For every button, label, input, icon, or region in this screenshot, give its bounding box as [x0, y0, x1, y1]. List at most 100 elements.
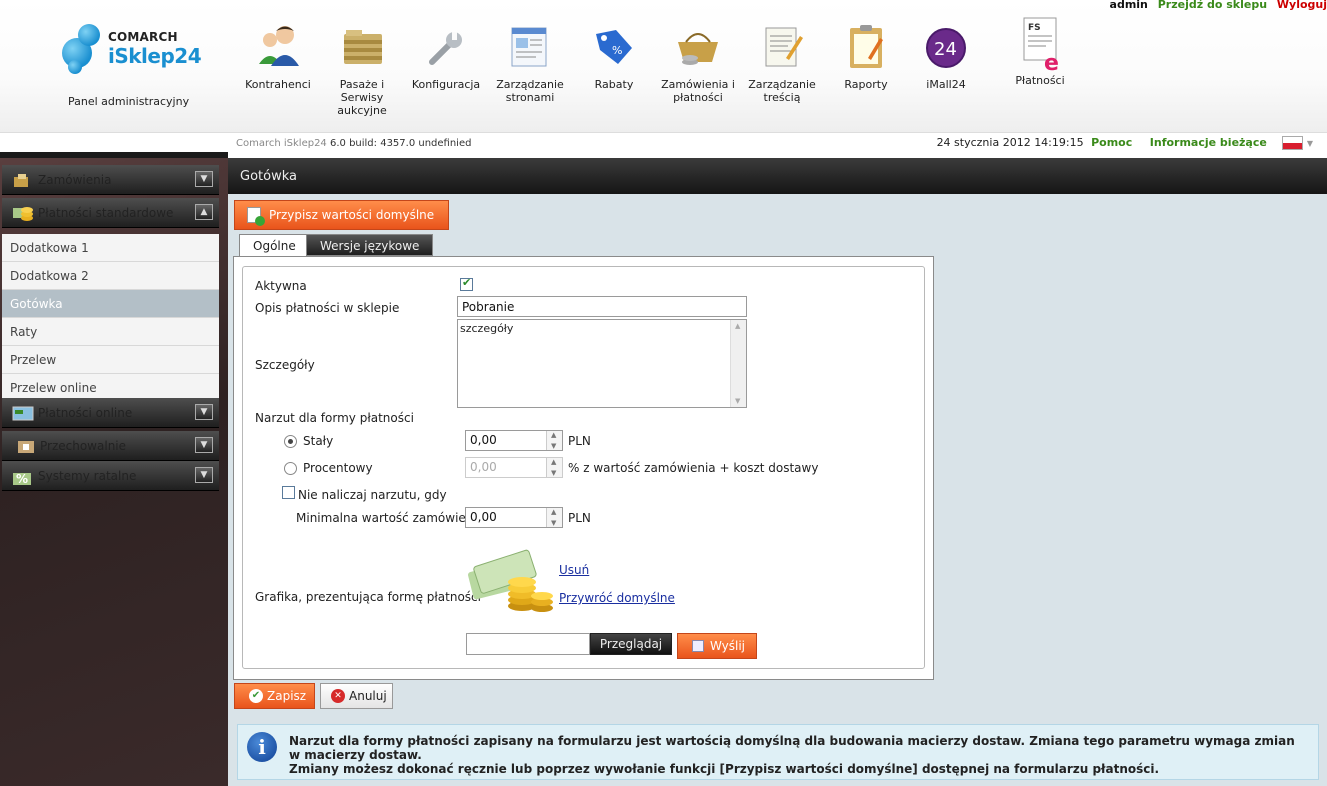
spinner-arrows-icon[interactable]: [546, 431, 562, 450]
fixed-label: Stały: [303, 434, 334, 448]
nav-label: Zarządzanie stronami: [496, 78, 564, 104]
main-content: Gotówka Przypisz wartości domyślne Ogóln…: [228, 158, 1327, 786]
sidebar-section-orders[interactable]: Zamówienia ▼: [2, 165, 219, 195]
orders-icon: [12, 171, 32, 189]
build-info: Comarch iSklep24 6.0 build: 4357.0 undef…: [236, 138, 471, 149]
cash-coins-image: [466, 544, 558, 616]
svg-text:%: %: [612, 44, 622, 57]
chevron-down-icon[interactable]: ▼: [1307, 139, 1313, 148]
cancel-button[interactable]: ✕ Anuluj: [320, 683, 393, 709]
nav-invoices[interactable]: FS e Płatności: [1000, 14, 1080, 87]
sidebar-item-transfer[interactable]: Przelew: [2, 346, 219, 374]
assign-defaults-button[interactable]: Przypisz wartości domyślne: [234, 200, 450, 230]
nav-label: iMall24: [926, 78, 966, 91]
percent-radio[interactable]: [284, 462, 297, 475]
assign-defaults-label: Przypisz wartości domyślne: [269, 208, 435, 222]
send-button[interactable]: Wyślij: [677, 633, 757, 659]
expand-icon[interactable]: ▼: [195, 171, 213, 187]
percent-amount-stepper[interactable]: 0,00: [465, 457, 563, 478]
sidebar-section-label: Przechowalnie: [40, 439, 127, 453]
datetime: 24 stycznia 2012 14:19:15: [936, 136, 1084, 149]
sidebar-section-label: Płatności standardowe: [38, 206, 174, 220]
surcharge-label: Narzut dla formy płatności: [255, 411, 414, 425]
expand-icon[interactable]: ▼: [195, 467, 213, 483]
fixed-radio[interactable]: [284, 435, 297, 448]
build-number: 6.0 build: 4357.0 undefinied: [329, 138, 472, 149]
imall24-badge: 24: [934, 39, 957, 60]
sidebar-item-cash[interactable]: Gotówka: [2, 290, 219, 318]
textarea-scrollbar[interactable]: [730, 320, 746, 407]
nav-pages[interactable]: Zarządzanie stronami: [490, 18, 570, 104]
sidebar-section-standard-payments[interactable]: Płatności standardowe ▲: [2, 198, 219, 228]
nav-content[interactable]: Zarządzanie treścią: [742, 18, 822, 104]
info-message: i Narzut dla formy płatności zapisany na…: [237, 724, 1319, 780]
sidebar-item-additional-1[interactable]: Dodatkowa 1: [2, 234, 219, 262]
min-order-stepper[interactable]: 0,00: [465, 507, 563, 528]
file-path-input[interactable]: [466, 633, 590, 655]
fixed-unit: PLN: [568, 434, 591, 448]
document-check-icon: [247, 207, 265, 226]
cancel-label: Anuluj: [349, 689, 387, 703]
check-circle-icon: ✔: [249, 689, 263, 703]
online-payment-icon: [12, 404, 34, 422]
sidebar-item-installments[interactable]: Raty: [2, 318, 219, 346]
percent-amount-value: 0,00: [470, 460, 497, 474]
help-link[interactable]: Pomoc: [1091, 136, 1132, 149]
nav-reports[interactable]: Raporty: [826, 18, 906, 91]
nav-label: Konfiguracja: [411, 78, 481, 91]
invoice-badge: FS: [1028, 23, 1041, 33]
sidebar-item-additional-2[interactable]: Dodatkowa 2: [2, 262, 219, 290]
cancel-circle-icon: ✕: [331, 689, 345, 703]
logo[interactable]: COMARCH iSklep24: [62, 24, 212, 84]
no-surcharge-checkbox[interactable]: [282, 486, 295, 499]
invoice-icon: FS e: [1016, 14, 1064, 76]
current-info-link[interactable]: Informacje bieżące: [1150, 136, 1267, 149]
collapse-icon[interactable]: ▲: [195, 204, 213, 220]
spinner-arrows-icon[interactable]: [546, 508, 562, 527]
language-flag-icon[interactable]: [1282, 136, 1304, 150]
top-links: admin Przejdź do sklepu Wyloguj: [1110, 0, 1327, 11]
sidebar-section-label: Zamówienia: [38, 173, 112, 187]
nav-imall24[interactable]: 24 iMall24: [906, 18, 986, 91]
sidebar-section-label: Systemy ratalne: [38, 469, 137, 483]
min-order-value: 0,00: [470, 510, 497, 524]
nav-label: Płatności: [1015, 74, 1065, 87]
details-label: Szczegóły: [255, 358, 315, 372]
nav-orders-payments[interactable]: Zamówienia i płatności: [658, 18, 738, 104]
active-checkbox[interactable]: [460, 276, 473, 291]
status-right: 24 stycznia 2012 14:19:15 Pomoc Informac…: [937, 136, 1313, 150]
expand-icon[interactable]: ▼: [195, 404, 213, 420]
percent-unit: % z wartość zamówienia + koszt dostawy: [568, 461, 819, 475]
send-label: Wyślij: [710, 639, 746, 653]
percent-label: Procentowy: [303, 461, 373, 475]
nav-label: Rabaty: [594, 78, 634, 91]
restore-default-link[interactable]: Przywróć domyślne: [559, 591, 675, 605]
nav-discounts[interactable]: % Rabaty: [574, 18, 654, 91]
go-to-shop-link[interactable]: Przejdź do sklepu: [1158, 0, 1267, 11]
logout-link[interactable]: Wyloguj: [1277, 0, 1327, 11]
nav-configuration[interactable]: Konfiguracja: [406, 18, 486, 91]
tab-language-versions[interactable]: Wersje językowe: [306, 234, 434, 256]
info-text: Narzut dla formy płatności zapisany na f…: [289, 734, 1309, 776]
no-surcharge-label: Nie naliczaj narzutu, gdy: [298, 488, 447, 502]
nav-marketplaces[interactable]: Pasaże i Serwisy aukcyjne: [322, 18, 402, 117]
page-title: Gotówka: [228, 158, 1327, 194]
sidebar-section-storage[interactable]: Przechowalnie ▼: [2, 431, 219, 461]
details-text: szczegóły: [460, 322, 514, 335]
remove-graphic-link[interactable]: Usuń: [559, 563, 589, 577]
spinner-arrows-icon[interactable]: [546, 458, 562, 477]
sidebar-section-online-payments[interactable]: Płatności online ▼: [2, 398, 219, 428]
svg-text:%: %: [16, 472, 28, 486]
description-input[interactable]: [457, 296, 747, 317]
expand-icon[interactable]: ▼: [195, 437, 213, 453]
details-textarea[interactable]: szczegóły: [457, 319, 747, 408]
tab-general[interactable]: Ogólne: [239, 234, 310, 257]
contractors-icon: [254, 18, 302, 74]
save-button[interactable]: ✔ Zapisz: [234, 683, 315, 709]
sidebar-section-installment-systems[interactable]: % Systemy ratalne ▼: [2, 461, 219, 491]
fixed-amount-stepper[interactable]: 0,00: [465, 430, 563, 451]
browse-button[interactable]: Przeglądaj: [590, 633, 672, 655]
description-label: Opis płatności w sklepie: [255, 301, 400, 315]
nav-contractors[interactable]: Kontrahenci: [238, 18, 318, 91]
min-order-unit: PLN: [568, 511, 591, 525]
